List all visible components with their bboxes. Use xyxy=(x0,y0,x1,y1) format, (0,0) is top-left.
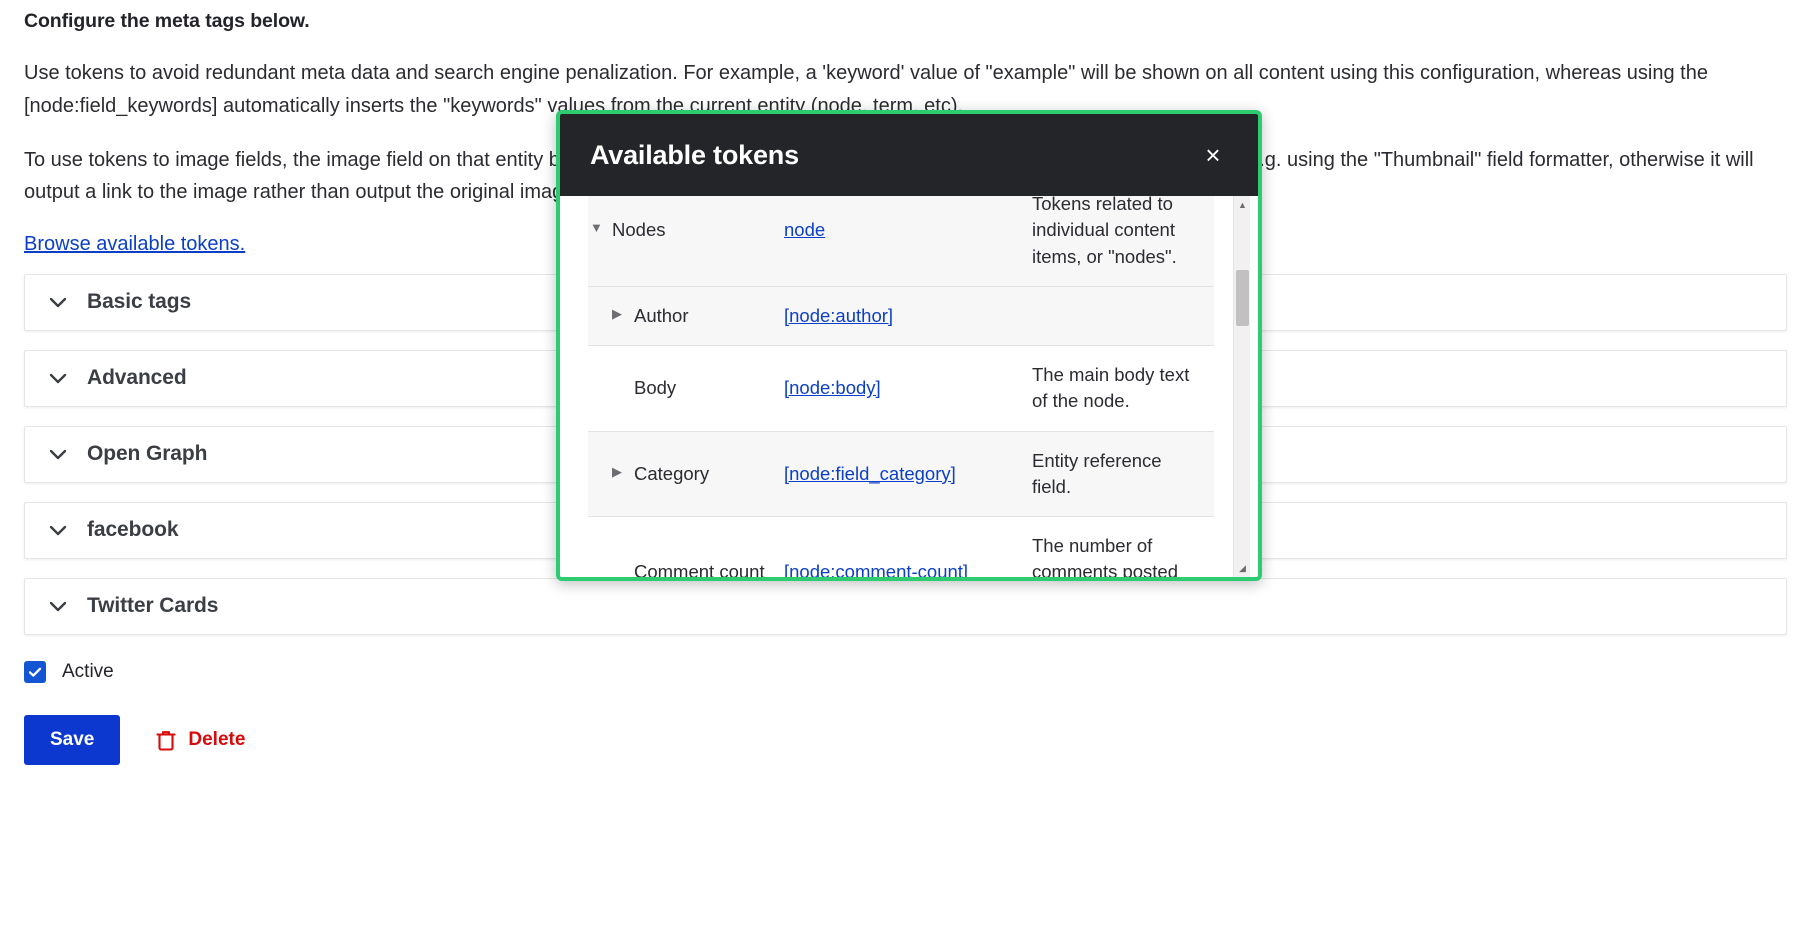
form-actions: Save Delete xyxy=(24,714,1787,765)
expander-triangle-icon[interactable]: ▶ xyxy=(612,461,630,481)
token-description: The number of comments posted on an enti… xyxy=(1032,516,1214,577)
token-description: Tokens related to individual content ite… xyxy=(1032,196,1214,287)
dialog-title: Available tokens xyxy=(590,139,799,170)
browse-available-tokens-link[interactable]: Browse available tokens. xyxy=(24,233,245,256)
page-title: Configure the meta tags below. xyxy=(24,10,310,32)
token-link[interactable]: node xyxy=(784,219,825,240)
table-row[interactable]: ▼ Nodes node Tokens related to individua… xyxy=(588,196,1214,287)
trash-icon xyxy=(156,729,177,751)
dialog-body: ▼ Nodes node Tokens related to individua… xyxy=(560,196,1258,577)
token-name-cell: Body xyxy=(588,345,784,432)
checkmark-icon xyxy=(28,667,42,677)
token-link[interactable]: [node:comment-count] xyxy=(784,561,968,577)
expander-triangle-icon[interactable]: ▼ xyxy=(590,217,608,237)
expander-triangle-icon[interactable]: ▶ xyxy=(612,303,630,323)
token-name-cell: ▼ Nodes xyxy=(588,196,784,287)
token-name-cell: ▶ Category xyxy=(588,430,784,517)
accordion-item-label: Advanced xyxy=(87,366,187,390)
token-value-cell: [node:body] xyxy=(784,345,1032,432)
token-description: Entity reference field. xyxy=(1032,430,1214,517)
chevron-down-icon xyxy=(47,443,69,465)
token-value-cell: [node:field_category] xyxy=(784,430,1032,517)
token-table: ▼ Nodes node Tokens related to individua… xyxy=(588,196,1214,577)
dialog-scrollbar[interactable]: ▲ ◢ xyxy=(1233,196,1250,577)
token-description: The main body text of the node. xyxy=(1032,345,1214,432)
chevron-down-icon xyxy=(47,367,69,389)
active-checkbox[interactable] xyxy=(24,660,46,683)
token-value-cell: [node:comment-count] xyxy=(784,516,1032,577)
dialog-header: Available tokens × xyxy=(560,114,1258,196)
close-icon[interactable]: × xyxy=(1196,138,1230,172)
token-value-cell: node xyxy=(784,196,1032,287)
token-list-scroll-area: ▼ Nodes node Tokens related to individua… xyxy=(588,196,1214,577)
accordion-item-twitter-cards[interactable]: Twitter Cards xyxy=(24,577,1787,635)
token-link[interactable]: [node:field_category] xyxy=(784,463,956,484)
token-link[interactable]: [node:body] xyxy=(784,377,881,398)
active-checkbox-label: Active xyxy=(62,660,114,682)
accordion-item-label: Basic tags xyxy=(87,290,192,314)
scrollbar-thumb[interactable] xyxy=(1236,270,1249,326)
table-row[interactable]: ▶ Author [node:author] xyxy=(588,285,1214,346)
token-value-cell: [node:author] xyxy=(784,285,1032,346)
accordion-item-label: Open Graph xyxy=(87,442,208,466)
token-name: Author xyxy=(634,304,689,326)
available-tokens-dialog: Available tokens × ▼ Nodes node Tokens r… xyxy=(556,110,1262,581)
active-checkbox-row: Active xyxy=(24,660,1787,683)
accordion-item-label: facebook xyxy=(87,518,179,542)
token-description xyxy=(1032,285,1214,346)
token-name-cell: Comment count xyxy=(588,516,784,577)
token-name: Body xyxy=(634,377,677,399)
token-name: Comment count xyxy=(634,561,765,577)
token-name: Category xyxy=(634,462,710,484)
table-row[interactable]: Comment count [node:comment-count] The n… xyxy=(588,516,1214,577)
accordion-item-label: Twitter Cards xyxy=(87,594,219,618)
table-row[interactable]: ▶ Category [node:field_category] Entity … xyxy=(588,430,1214,517)
token-link[interactable]: [node:author] xyxy=(784,305,893,326)
scroll-down-arrow-icon[interactable]: ◢ xyxy=(1234,560,1251,577)
token-name-cell: ▶ Author xyxy=(588,285,784,346)
token-name: Nodes xyxy=(612,219,666,241)
metatag-config-page: Configure the meta tags below. Use token… xyxy=(0,0,1811,928)
chevron-down-icon xyxy=(47,291,69,313)
delete-button[interactable]: Delete xyxy=(156,729,245,751)
save-button[interactable]: Save xyxy=(24,714,121,765)
table-row[interactable]: Body [node:body] The main body text of t… xyxy=(588,345,1214,432)
scroll-up-arrow-icon[interactable]: ▲ xyxy=(1234,196,1251,213)
delete-button-label: Delete xyxy=(188,728,246,750)
chevron-down-icon xyxy=(47,519,69,541)
chevron-down-icon xyxy=(47,595,69,617)
